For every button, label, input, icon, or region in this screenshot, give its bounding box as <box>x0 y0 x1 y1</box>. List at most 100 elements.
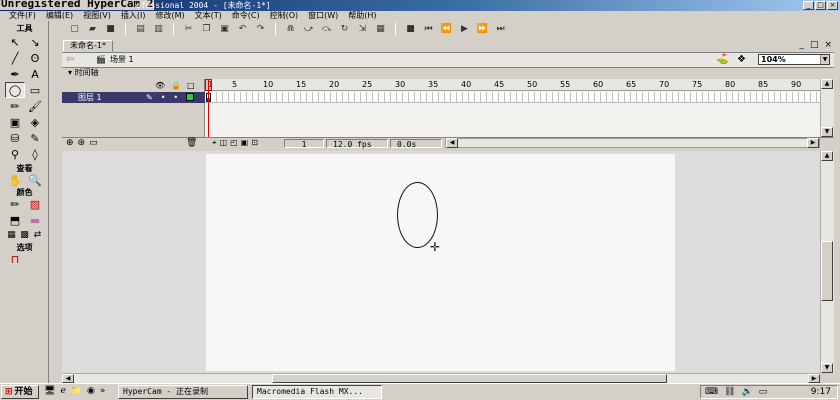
timeline-vertical-scrollbar[interactable]: ▲ ▼ <box>820 79 834 137</box>
lock-icon[interactable]: 🔒 <box>171 81 181 90</box>
doc-restore-button[interactable]: □ <box>810 40 819 50</box>
lock-dot-icon[interactable]: • <box>173 92 178 103</box>
save-icon[interactable]: ■ <box>104 24 117 35</box>
edit-multiple-icon[interactable]: ▣ <box>241 138 249 148</box>
zoom-select[interactable]: 104% ▼ <box>758 54 830 65</box>
maximize-button[interactable]: □ <box>815 1 826 10</box>
open-folder-icon[interactable]: ▰ <box>86 24 99 35</box>
menu-edit[interactable]: 编辑(E) <box>41 11 78 21</box>
scene-breadcrumb[interactable]: 🎬 场景 1 <box>96 54 134 66</box>
visible-dot-icon[interactable]: • <box>161 92 166 103</box>
stage-vertical-scrollbar[interactable]: ▲ ▼ <box>820 151 834 373</box>
ink-bottle-tool-icon[interactable]: ⛁ <box>5 130 25 146</box>
timeline-horizontal-scrollbar[interactable]: ◀ ▶ <box>445 138 820 148</box>
paste-icon[interactable]: ▣ <box>218 24 231 35</box>
menu-file[interactable]: 文件(F) <box>4 11 41 21</box>
menu-window[interactable]: 窗口(W) <box>303 11 343 21</box>
document-tab[interactable]: 未命名-1* <box>63 40 113 52</box>
taskbar-item-hypercam[interactable]: HyperCam - 正在录制 <box>118 385 248 399</box>
menu-commands[interactable]: 命令(C) <box>227 11 265 21</box>
fill-color-icon[interactable]: ⬒ <box>5 212 25 228</box>
close-button[interactable]: × <box>827 1 838 10</box>
snap-magnet-option-icon[interactable]: ⊓ <box>5 251 25 267</box>
zoom-tool-icon[interactable]: 🔍 <box>25 172 45 188</box>
black-white-icon[interactable]: ▦ <box>5 227 18 243</box>
oval-shape[interactable] <box>397 182 438 248</box>
stroke-swatch-icon[interactable]: ▨ <box>25 196 45 212</box>
scroll-up-icon[interactable]: ▲ <box>821 151 833 161</box>
onion-skin-icon[interactable]: ◫ <box>220 138 228 148</box>
brush-tool-icon[interactable]: 🖌 <box>25 98 45 114</box>
eye-icon[interactable]: 👁 <box>155 81 165 90</box>
network-icon[interactable]: ⛓ <box>724 386 735 398</box>
taskbar-item-flash[interactable]: Macromedia Flash MX... <box>252 385 382 399</box>
scale-icon[interactable]: ⇲ <box>356 24 369 35</box>
onion-outline-icon[interactable]: ◰ <box>230 138 238 148</box>
swap-colors-icon[interactable]: ⇄ <box>31 227 44 243</box>
menu-control[interactable]: 控制(O) <box>265 11 304 21</box>
undo-icon[interactable]: ↶ <box>236 24 249 35</box>
snap-magnet-icon[interactable]: ⋒ <box>284 24 297 35</box>
pencil-tool-icon[interactable]: ✏ <box>5 98 25 114</box>
scroll-right-icon[interactable]: ▶ <box>807 138 819 148</box>
fill-swatch-icon[interactable]: ▬ <box>25 212 45 228</box>
new-file-icon[interactable]: ▢ <box>68 24 81 35</box>
layer-row[interactable]: 图层 1 ✎ • • <box>62 92 205 103</box>
stage-horizontal-scrollbar[interactable]: ◀ ▶ <box>62 373 820 383</box>
step-back-icon[interactable]: ⏪ <box>440 24 453 35</box>
subselect-tool-icon[interactable]: ↘ <box>25 34 45 50</box>
expand-chevron-icon[interactable]: » <box>100 386 106 396</box>
outline-icon[interactable]: □ <box>187 81 195 90</box>
media-icon[interactable]: ◉ <box>87 386 95 396</box>
oval-tool-icon[interactable]: ◯ <box>5 82 25 98</box>
fill-transform-tool-icon[interactable]: ◈ <box>25 114 45 130</box>
eyedropper-tool-icon[interactable]: ⚲ <box>5 146 25 162</box>
line-tool-icon[interactable]: ╱ <box>5 50 25 66</box>
scroll-down-icon[interactable]: ▼ <box>821 127 833 137</box>
trash-icon[interactable]: 🗑 <box>186 138 197 148</box>
step-forward-icon[interactable]: ⏩ <box>476 24 489 35</box>
menu-help[interactable]: 帮助(H) <box>343 11 381 21</box>
scroll-left-icon[interactable]: ◀ <box>62 374 74 383</box>
folder-icon[interactable]: 📁 <box>71 386 82 396</box>
browser-icon[interactable]: ℯ <box>60 386 65 396</box>
cut-icon[interactable]: ✂ <box>182 24 195 35</box>
desktop-icon[interactable]: 🖥 <box>44 386 55 396</box>
add-guide-layer-icon[interactable]: ⊛ <box>78 138 86 148</box>
stage-canvas[interactable] <box>206 154 675 371</box>
scroll-thumb[interactable] <box>272 374 667 383</box>
text-tool-icon[interactable]: A <box>25 66 45 82</box>
lasso-tool-icon[interactable]: ʘ <box>25 50 45 66</box>
clock[interactable]: 9:17 <box>811 386 831 398</box>
print-preview-icon[interactable]: ▥ <box>152 24 165 35</box>
align-icon[interactable]: ▦ <box>374 24 387 35</box>
rectangle-tool-icon[interactable]: ▭ <box>25 82 45 98</box>
rewind-icon[interactable]: ⏮ <box>422 24 435 35</box>
scroll-down-icon[interactable]: ▼ <box>821 363 833 373</box>
stop-icon[interactable]: ■ <box>404 24 417 35</box>
free-transform-tool-icon[interactable]: ▣ <box>5 114 25 130</box>
chevron-down-icon[interactable]: ▼ <box>820 55 829 64</box>
paint-bucket-tool-icon[interactable]: ✎ <box>25 130 45 146</box>
add-folder-icon[interactable]: ▭ <box>89 138 98 148</box>
frame-cells[interactable] <box>205 92 820 103</box>
copy-icon[interactable]: ❐ <box>200 24 213 35</box>
scroll-thumb[interactable] <box>821 241 833 301</box>
menu-text[interactable]: 文本(T) <box>190 11 227 21</box>
minimize-button[interactable]: _ <box>803 1 814 10</box>
menu-view[interactable]: 视图(V) <box>78 11 116 21</box>
hand-tool-icon[interactable]: ✋ <box>5 172 25 188</box>
frame-ruler[interactable]: 1 5 10 15 20 25 30 35 40 45 50 55 60 65 … <box>205 79 820 91</box>
scroll-right-icon[interactable]: ▶ <box>808 374 820 383</box>
go-to-end-icon[interactable]: ⏭ <box>494 24 507 35</box>
add-layer-icon[interactable]: ⊕ <box>66 138 74 148</box>
doc-minimize-button[interactable]: _ <box>799 40 804 50</box>
rotate-icon[interactable]: ↻ <box>338 24 351 35</box>
print-icon[interactable]: ▤ <box>134 24 147 35</box>
edit-symbol-icon[interactable]: ❖ <box>737 54 746 65</box>
edit-scene-icon[interactable]: ⛳ <box>716 54 728 65</box>
start-button[interactable]: ⊞ 开始 <box>1 385 39 399</box>
center-frame-icon[interactable]: ⌖ <box>212 138 217 148</box>
frame-rate[interactable]: 12.0 fps <box>326 139 388 149</box>
outline-color-icon[interactable] <box>186 93 195 101</box>
